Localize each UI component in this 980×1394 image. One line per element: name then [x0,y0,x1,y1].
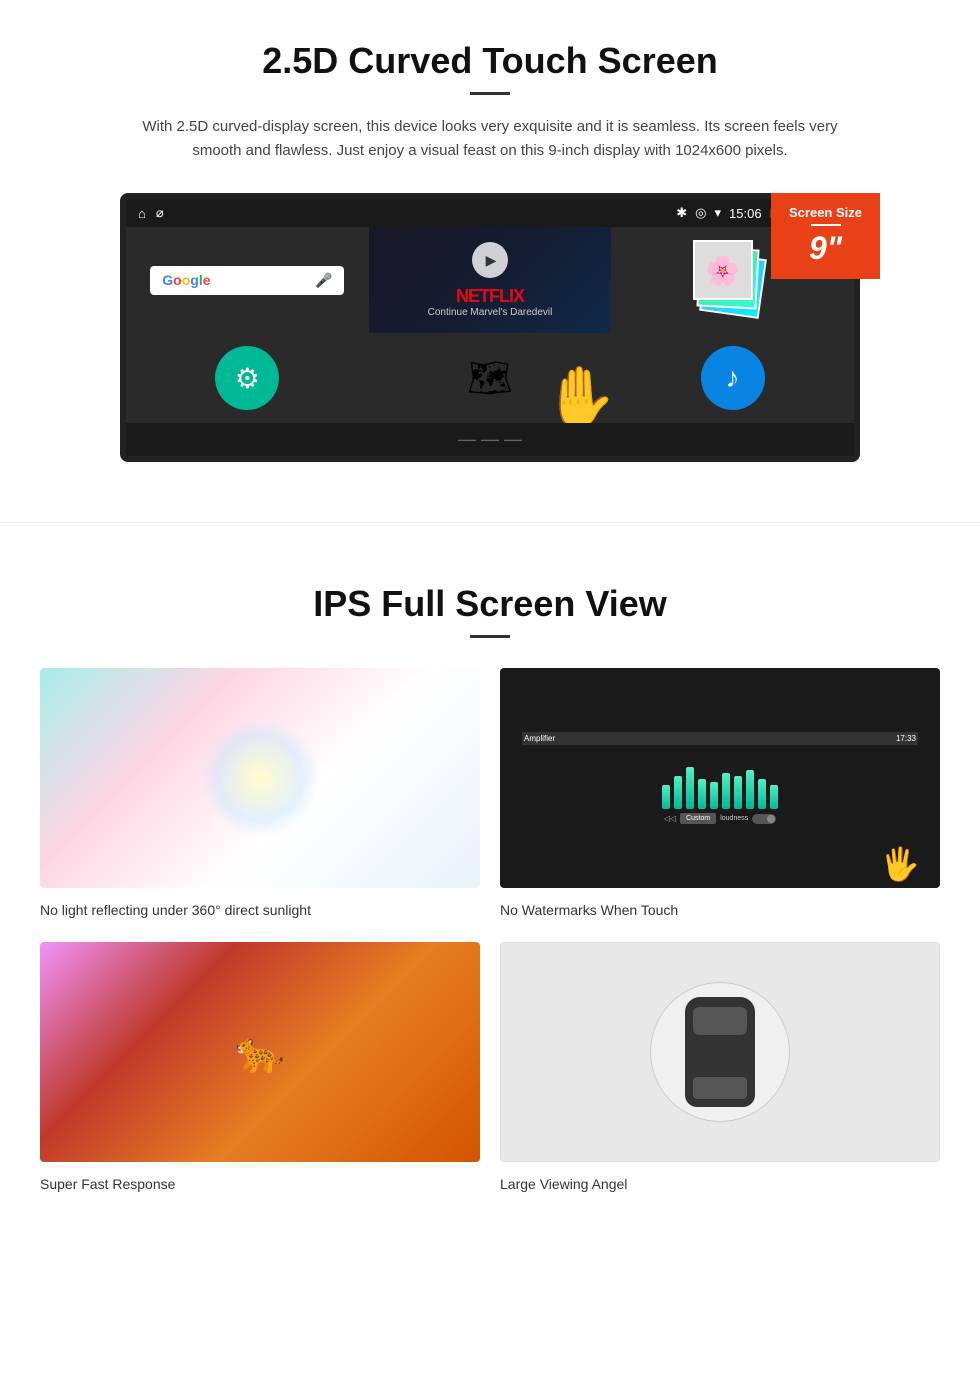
section-curved-screen: 2.5D Curved Touch Screen With 2.5D curve… [0,0,980,482]
time-display: 15:06 [729,206,762,221]
google-logo: Google [162,272,210,288]
amp-bars [662,749,778,809]
amp-bar-7 [734,776,742,809]
device-wrapper: Screen Size 9" ⌂ ⌀ ✱ ◎ ▾ 15:06 ⊡ [110,193,870,462]
status-bar: ⌂ ⌀ ✱ ◎ ▾ 15:06 ⊡ ◁) ⊠ ▭ [126,199,854,227]
cheetah-image: 🐆 [40,942,480,1162]
section1-title: 2.5D Curved Touch Screen [60,40,920,82]
loudness-toggle[interactable] [752,814,776,824]
car-windshield [693,1007,747,1035]
page-container: 2.5D Curved Touch Screen With 2.5D curve… [0,0,980,1236]
toggle-knob [767,815,775,823]
amp-bar-1 [662,785,670,809]
netflix-play-button[interactable]: ▶ [472,242,508,278]
hand-icon: 🤚 [542,362,612,423]
play-icon: ▶ [486,252,497,269]
status-left: ⌂ ⌀ [138,205,164,221]
flower-icon: 🌸 [705,254,740,287]
app-cell-settings[interactable]: ⚙ Settings shortcut 1 × 1 [126,333,369,423]
amp-loudness-label: loudness [720,815,748,822]
share-cell-bg: 🗺 🤚 [369,333,612,423]
title-divider [470,92,510,95]
google-search-bar[interactable]: Google 🎤 [150,266,344,295]
screen-size-badge: Screen Size 9" [771,193,880,279]
cheetah-visual: 🐆 [40,942,480,1162]
section-ips: IPS Full Screen View No light reflecting… [0,563,980,1236]
amplifier-image: Amplifier 17:33 [500,668,940,888]
badge-size: 9" [789,230,862,267]
usb-icon: ⌀ [156,205,164,221]
ips-card-sunlight: No light reflecting under 360° direct su… [40,668,480,922]
badge-label: Screen Size [789,205,862,220]
sunlight-image [40,668,480,888]
settings-icon-wrap: ⚙ [215,346,279,410]
section2-title: IPS Full Screen View [40,583,940,625]
amp-custom-row: ◁◁ Custom loudness [664,813,776,824]
ips-card-amplifier: Amplifier 17:33 [500,668,940,922]
app-cell-netflix[interactable]: ▶ NETFLIX Continue Marvel's Daredevil Ne… [369,227,612,333]
ips-grid: No light reflecting under 360° direct su… [40,668,940,1196]
amp-bar-10 [770,785,778,809]
ips-card-cheetah: 🐆 Super Fast Response [40,942,480,1196]
car-body [685,997,755,1107]
netflix-logo: NETFLIX [428,286,553,307]
car-visual [500,942,940,1162]
cheetah-emoji: 🐆 [235,1029,285,1076]
amplifier-caption: No Watermarks When Touch [500,898,940,922]
amp-bar-2 [674,776,682,809]
netflix-subtitle: Continue Marvel's Daredevil [428,307,553,318]
settings-cell-bg: ⚙ [126,333,369,423]
prev-icon: ◁◁ [664,814,676,823]
gear-icon: ⚙ [235,362,260,395]
device-screen: ⌂ ⌀ ✱ ◎ ▾ 15:06 ⊡ ◁) ⊠ ▭ [120,193,860,462]
amp-bar-3 [686,767,694,809]
google-cell-bg: Google 🎤 [126,227,369,333]
photo-card-3: 🌸 [693,240,753,300]
sunlight-caption: No light reflecting under 360° direct su… [40,898,480,922]
app-cell-sound[interactable]: ♪ Sound Search 1 × 1 [611,333,854,423]
netflix-cell-bg: ▶ NETFLIX Continue Marvel's Daredevil [369,227,612,333]
sunlight-visual [40,668,480,888]
hand-touch-icon: 🖐 [880,845,920,883]
amp-bar-9 [758,779,766,809]
amplifier-visual: Amplifier 17:33 [500,668,940,888]
title-divider-2 [470,635,510,638]
photo-stack: 🌸 [693,240,773,320]
amp-header: Amplifier 17:33 [522,732,918,745]
sound-cell-bg: ♪ [611,333,854,423]
car-image [500,942,940,1162]
ips-card-car: Large Viewing Angel [500,942,940,1196]
home-icon: ⌂ [138,206,146,221]
badge-divider [811,224,841,226]
amp-bar-8 [746,770,754,809]
pagination-dots: — — — [126,423,854,456]
app-cell-share[interactable]: 🗺 🤚 Share location 1 × 1 [369,333,612,423]
app-cell-google[interactable]: Google 🎤 Google 3 × 1 [126,227,369,333]
wifi-icon: ▾ [714,205,721,221]
car-rear-window [693,1077,747,1099]
dots: — — — [458,429,522,449]
mic-icon: 🎤 [315,272,332,289]
car-circle [650,982,790,1122]
amp-custom-button[interactable]: Custom [680,813,716,824]
music-note-icon: ♪ [726,362,740,394]
amp-title: Amplifier [524,734,555,743]
amp-bar-5 [710,782,718,809]
maps-icon: 🗺 [465,353,515,403]
bluetooth-icon: ✱ [676,205,687,221]
section1-description: With 2.5D curved-display screen, this de… [140,115,840,163]
section-divider-hr [0,522,980,523]
netflix-content: ▶ NETFLIX Continue Marvel's Daredevil [428,242,553,318]
music-icon-wrap: ♪ [701,346,765,410]
location-icon: ◎ [695,205,706,221]
amp-time: 17:33 [896,734,916,743]
amp-bar-6 [722,773,730,809]
car-caption: Large Viewing Angel [500,1172,940,1196]
app-grid-row1: Google 🎤 Google 3 × 1 [126,227,854,333]
amp-bar-4 [698,779,706,809]
app-grid-row2: ⚙ Settings shortcut 1 × 1 🗺 🤚 [126,333,854,423]
sunlight-glow [200,718,320,838]
cheetah-caption: Super Fast Response [40,1172,480,1196]
